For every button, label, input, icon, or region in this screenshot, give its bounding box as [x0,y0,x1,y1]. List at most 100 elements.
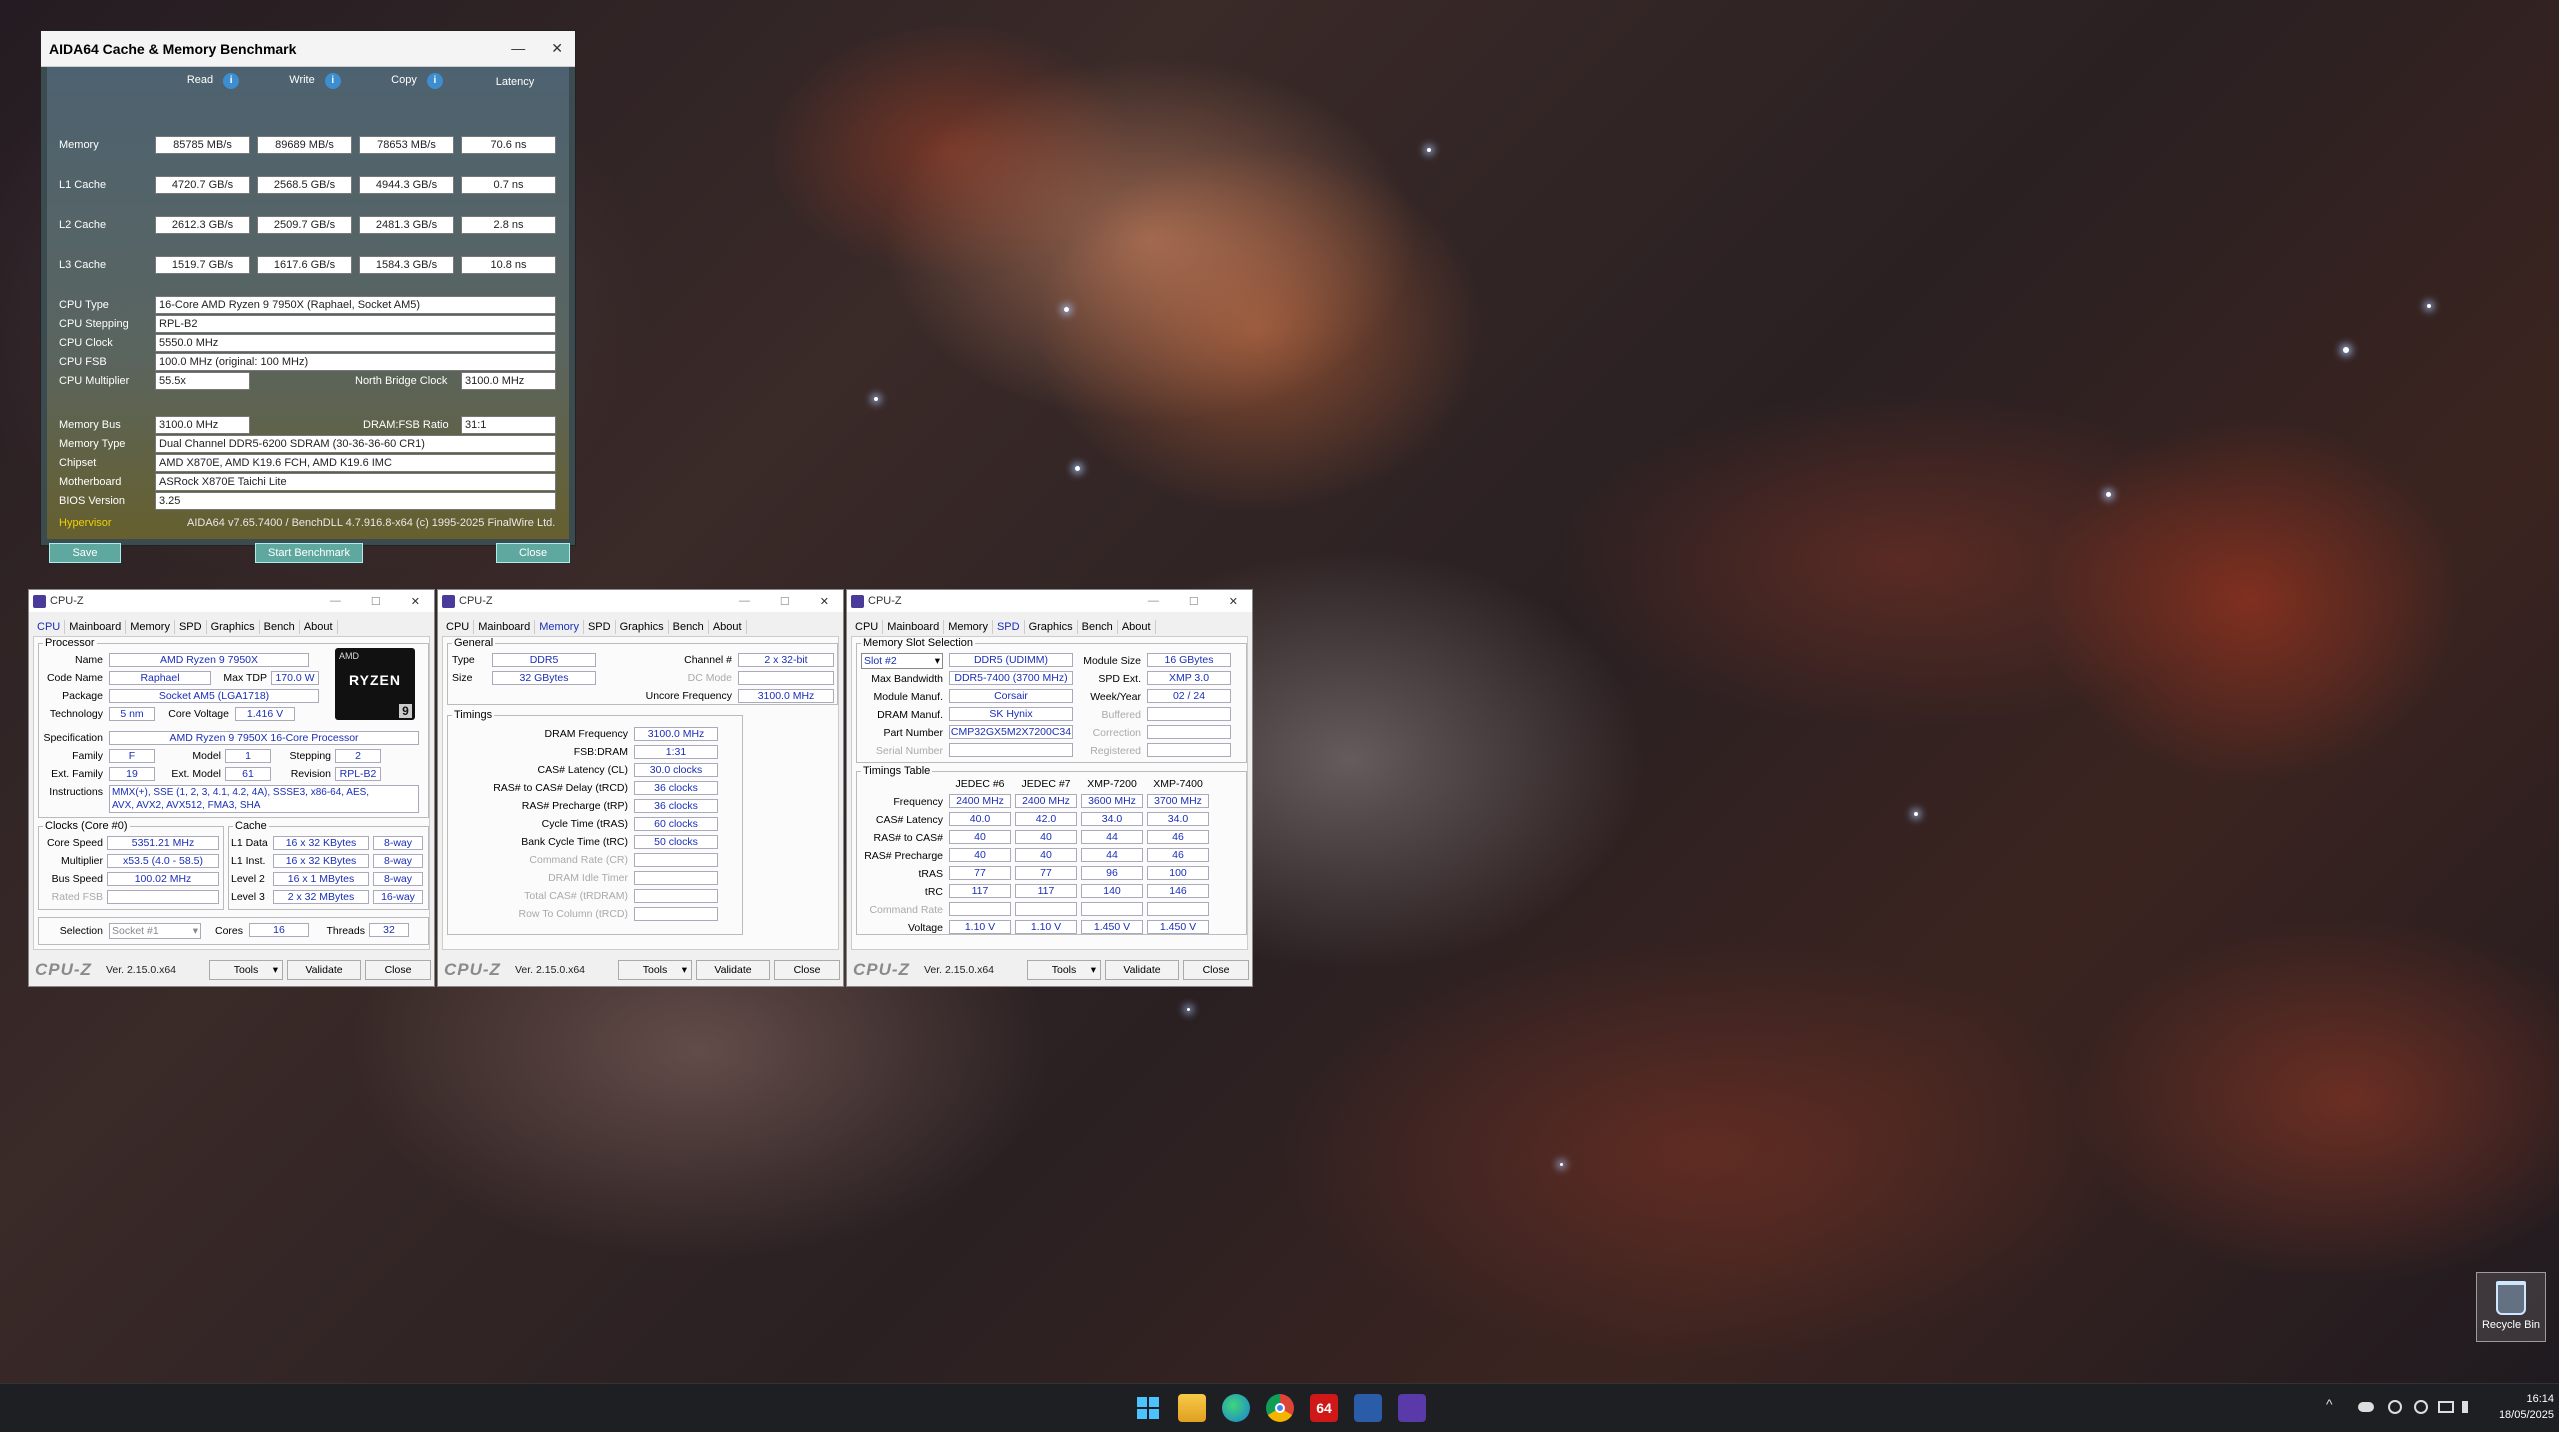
close-x-button[interactable]: ✕ [411,595,420,608]
threads-label: Threads [326,925,365,937]
tab-mainboard[interactable]: Mainboard [474,620,536,634]
tab-spd[interactable]: SPD [175,620,207,634]
tab-mainboard[interactable]: Mainboard [65,620,127,634]
channel-label: Channel # [684,654,732,666]
maximize-button[interactable]: ☐ [1189,595,1199,608]
tab-graphics[interactable]: Graphics [616,620,669,634]
codename-label: Code Name [46,672,103,684]
trc-jedec7: 117 [1015,884,1077,898]
memory-type-label: Memory Type [59,438,126,450]
chipset-label: Chipset [59,457,97,469]
network-icon[interactable] [2438,1401,2454,1413]
module-size-label: Module Size [1083,655,1141,667]
start-benchmark-button[interactable]: Start Benchmark [255,543,363,563]
close-button[interactable]: ✕ [551,40,563,57]
close-button[interactable]: Close [1183,960,1249,980]
tab-cpu[interactable]: CPU [33,620,66,634]
cpuz-app-icon [442,594,455,608]
minimize-button[interactable]: — [739,595,750,608]
memory-type-value: Dual Channel DDR5-6200 SDRAM (30-36-36-6… [155,435,556,453]
misc-tray-icon[interactable] [2414,1400,2428,1414]
minimize-button[interactable]: — [1148,595,1159,608]
validate-button[interactable]: Validate [1105,960,1179,980]
close-x-button[interactable]: ✕ [820,595,829,608]
onedrive-icon[interactable] [2358,1402,2374,1412]
tab-spd[interactable]: SPD [993,620,1025,634]
info-icon[interactable]: i [223,73,240,89]
edge-icon[interactable] [1222,1394,1250,1422]
tab-spd[interactable]: SPD [584,620,616,634]
tab-cpu[interactable]: CPU [442,620,475,634]
voltage-xmp7200: 1.450 V [1081,920,1143,934]
instructions-label: Instructions [49,786,103,798]
file-explorer-icon[interactable] [1178,1394,1206,1422]
cores-label: Cores [214,925,243,937]
tab-about[interactable]: About [709,620,747,634]
start-windows-icon[interactable] [1134,1394,1162,1422]
tray-chevron-icon[interactable]: ^ [2326,1396,2333,1412]
tools-button[interactable]: Tools ▾ [618,960,692,980]
tab-about[interactable]: About [1118,620,1156,634]
clock[interactable]: 16:14 18/05/2025 [2490,1391,2554,1423]
frequency-xmp7400: 3700 MHz [1147,794,1209,808]
maximize-button[interactable]: ☐ [371,595,381,608]
l2-write: 2509.7 GB/s [257,216,352,234]
l2-latency: 2.8 ns [461,216,556,234]
socket-select[interactable]: Socket #1 ▾ [109,923,201,939]
tab-memory[interactable]: Memory [126,620,175,634]
tab-bench[interactable]: Bench [1078,620,1118,634]
memory-bus-label: Memory Bus [59,419,121,431]
max-bandwidth-label: Max Bandwidth [871,673,943,685]
validate-button[interactable]: Validate [287,960,361,980]
chrome-icon[interactable] [1266,1394,1294,1422]
tab-memory[interactable]: Memory [944,620,993,634]
module-size-value: 16 GBytes [1147,653,1231,667]
close-button[interactable]: Close [365,960,431,980]
tab-memory[interactable]: Memory [535,620,584,634]
cas-xmp7200: 34.0 [1081,812,1143,826]
windows-logo-icon [1137,1397,1159,1419]
close-button[interactable]: Close [774,960,840,980]
cpuz-window-cpu: CPU-Z — ☐ ✕ CPU Mainboard Memory SPD Graph… [28,589,435,987]
memory-latency: 70.6 ns [461,136,556,154]
buffered-value [1147,707,1231,721]
minimize-button[interactable]: — [330,595,341,608]
nb-clock-label: North Bridge Clock [355,375,448,387]
selection-group: Selection Socket #1 ▾ Cores 16 Threads 32 [38,917,429,945]
read-header-label: Read [186,74,214,86]
tab-graphics[interactable]: Graphics [1025,620,1078,634]
cr-jedec6 [949,902,1011,916]
tab-graphics[interactable]: Graphics [207,620,260,634]
cpuz-footer: CPU-Z Ver. 2.15.0.x64 Tools ▾ Validate C… [438,954,843,986]
rated-fsb-value [107,890,219,904]
cpuz-taskbar-icon[interactable] [1398,1394,1426,1422]
minimize-button[interactable]: — [511,40,525,57]
cpuz-tabs: CPU Mainboard Memory SPD Graphics Bench … [442,620,747,634]
taskmgr-icon[interactable] [1354,1394,1382,1422]
slot-select[interactable]: Slot #2 ▾ [861,653,943,669]
hypervisor-link[interactable]: Hypervisor [59,517,112,529]
frequency-jedec7: 2400 MHz [1015,794,1077,808]
tab-cpu[interactable]: CPU [851,620,884,634]
maximize-button[interactable]: ☐ [780,595,790,608]
rp-xmp7400: 46 [1147,848,1209,862]
close-button[interactable]: Close [496,543,570,563]
recycle-bin[interactable]: Recycle Bin [2476,1272,2546,1342]
close-x-button[interactable]: ✕ [1229,595,1238,608]
tab-bench[interactable]: Bench [669,620,709,634]
info-icon[interactable]: i [426,73,443,89]
tools-button[interactable]: Tools ▾ [1027,960,1101,980]
save-button[interactable]: Save [49,543,121,563]
nb-clock-value: 3100.0 MHz [461,372,556,390]
tab-bench[interactable]: Bench [260,620,300,634]
validate-button[interactable]: Validate [696,960,770,980]
aida64-taskbar-icon[interactable]: 64 [1310,1394,1338,1422]
tab-about[interactable]: About [300,620,338,634]
volume-icon[interactable] [2462,1401,2474,1413]
copy-header: Copy i [363,73,471,89]
tools-button[interactable]: Tools ▾ [209,960,283,980]
security-icon[interactable] [2388,1400,2402,1414]
registered-label: Registered [1090,745,1141,757]
tab-mainboard[interactable]: Mainboard [883,620,945,634]
info-icon[interactable]: i [324,73,341,89]
